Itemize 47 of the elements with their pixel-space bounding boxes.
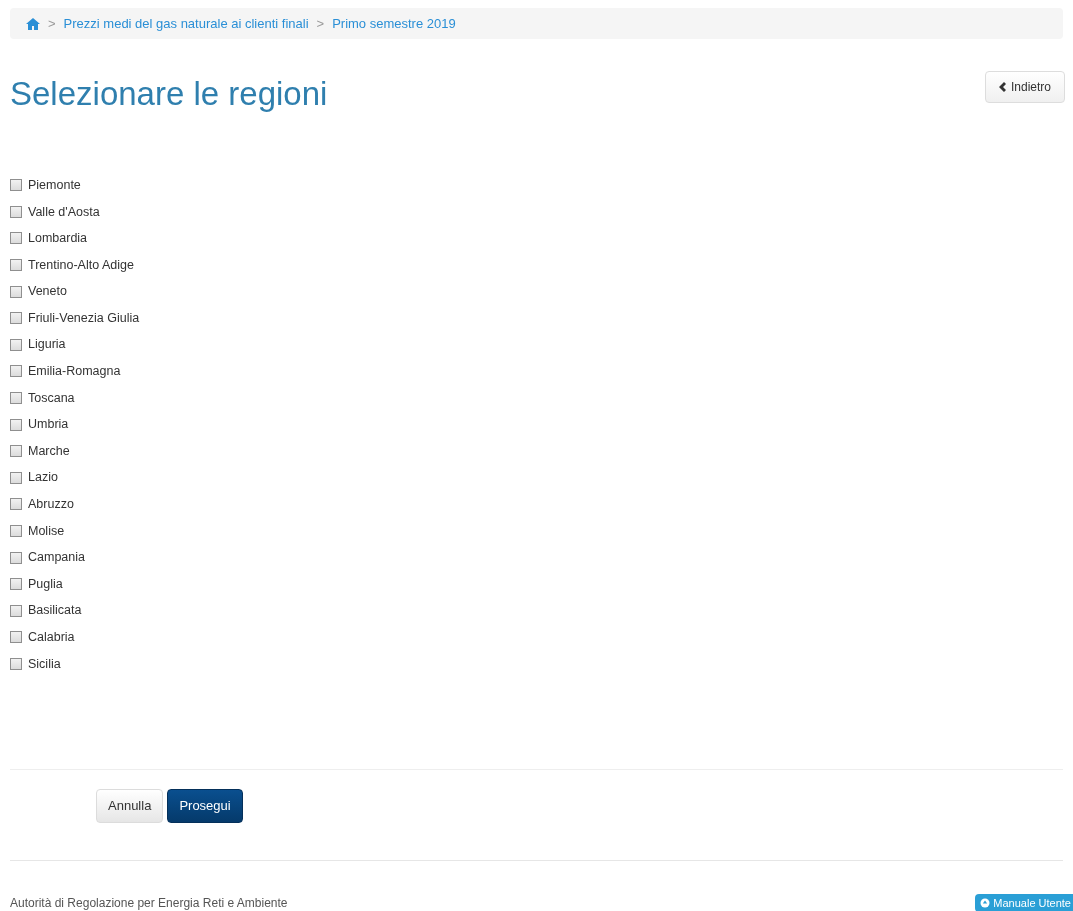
checkbox[interactable] <box>10 471 22 484</box>
region-label: Veneto <box>28 283 67 301</box>
checkbox[interactable] <box>10 498 22 511</box>
region-label: Marche <box>28 442 70 460</box>
back-button[interactable]: Indietro <box>984 71 1065 103</box>
checkbox[interactable] <box>10 604 22 617</box>
chevron-left-icon <box>998 82 1006 92</box>
checkbox[interactable] <box>10 179 22 192</box>
region-label: Campania <box>28 549 85 567</box>
checkbox[interactable] <box>10 631 22 644</box>
checkbox[interactable] <box>10 312 22 325</box>
form-button[interactable]: Prosegui <box>167 789 243 823</box>
checkbox[interactable] <box>10 232 22 245</box>
checkbox[interactable] <box>10 365 22 378</box>
home-icon[interactable] <box>26 17 40 30</box>
region-label: Emilia-Romagna <box>28 363 121 381</box>
region-label: Lombardia <box>28 230 88 248</box>
region-label: Calabria <box>28 629 75 646</box>
region-label: Trentino-Alto Adige <box>28 256 134 274</box>
checkbox[interactable] <box>10 259 22 272</box>
checkbox[interactable] <box>10 338 22 351</box>
checkbox[interactable] <box>10 551 22 564</box>
region-label: Umbria <box>28 416 69 434</box>
region-label: Abruzzo <box>28 496 74 514</box>
checkbox[interactable] <box>10 445 22 458</box>
breadcrumb-separator: > <box>48 14 56 33</box>
region-label: Piemonte <box>28 176 81 194</box>
checkbox[interactable] <box>10 658 22 670</box>
region-label: Molise <box>28 522 65 540</box>
breadcrumb-separator: > <box>316 14 325 33</box>
checkbox[interactable] <box>10 205 22 218</box>
region-label: Basilicata <box>28 602 82 620</box>
region-label: Lazio <box>28 469 58 487</box>
region-label: Puglia <box>28 575 63 593</box>
region-label: Liguria <box>28 336 66 354</box>
page-title: Selezionare le regioni <box>10 77 328 110</box>
form-button[interactable]: Annulla <box>96 789 164 823</box>
footer-text: Autorità di Regolazione per Energia Reti e Ambiente <box>10 895 288 911</box>
region-label: Toscana <box>28 389 75 407</box>
checkbox[interactable] <box>10 418 22 431</box>
region-label: Sicilia <box>28 655 61 673</box>
checkbox[interactable] <box>10 578 22 591</box>
checkbox[interactable] <box>10 392 22 405</box>
checkbox[interactable] <box>10 285 22 298</box>
region-label: Valle d'Aosta <box>28 203 100 221</box>
checkbox[interactable] <box>10 525 22 537</box>
region-label: Friuli-Venezia Giulia <box>28 309 140 327</box>
